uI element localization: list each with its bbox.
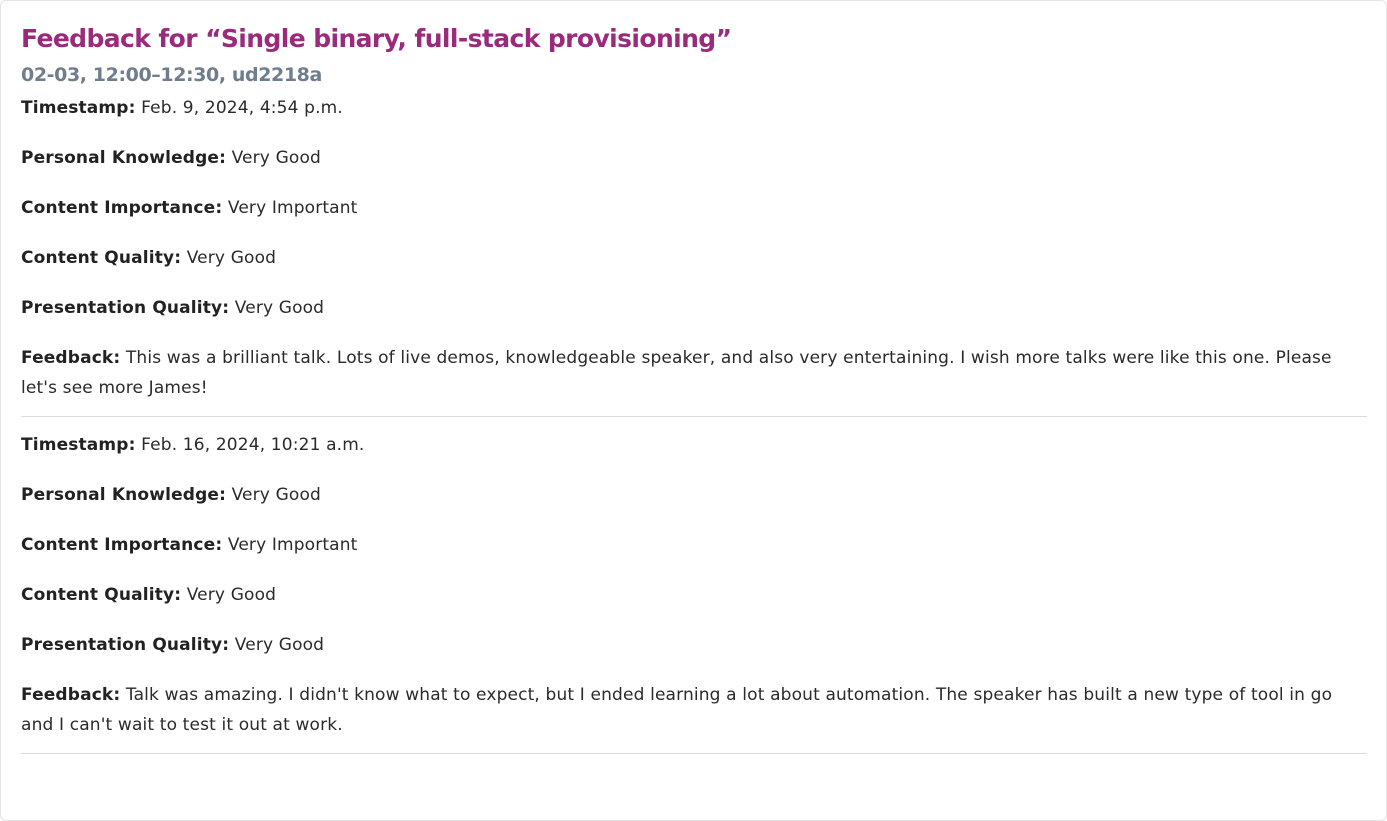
personal-knowledge-field: Personal Knowledge: Very Good [21,480,1367,510]
personal-knowledge-label: Personal Knowledge: [21,485,227,505]
feedback-text: Talk was amazing. I didn't know what to … [21,685,1333,735]
presentation-quality-label: Presentation Quality: [21,635,230,655]
feedback-entry-1: Timestamp: Feb. 9, 2024, 4:54 p.m. Perso… [21,93,1367,417]
presentation-quality-value: Very Good [234,635,325,655]
timestamp-field: Timestamp: Feb. 9, 2024, 4:54 p.m. [21,93,1367,123]
content-quality-value: Very Good [186,248,277,268]
feedback-text: This was a brilliant talk. Lots of live … [21,348,1332,398]
content-quality-field: Content Quality: Very Good [21,243,1367,273]
presentation-quality-value: Very Good [234,298,325,318]
feedback-label: Feedback: [21,685,121,705]
feedback-field: Feedback: This was a brilliant talk. Lot… [21,343,1367,403]
personal-knowledge-field: Personal Knowledge: Very Good [21,143,1367,173]
content-quality-field: Content Quality: Very Good [21,580,1367,610]
content-importance-field: Content Importance: Very Important [21,193,1367,223]
feedback-label: Feedback: [21,348,121,368]
page-title: Feedback for “Single binary, full-stack … [21,24,732,53]
feedback-card: Feedback for “Single binary, full-stack … [0,0,1387,821]
timestamp-label: Timestamp: [21,435,136,455]
presentation-quality-field: Presentation Quality: Very Good [21,293,1367,323]
presentation-quality-field: Presentation Quality: Very Good [21,630,1367,660]
content-quality-label: Content Quality: [21,248,182,268]
personal-knowledge-value: Very Good [231,148,321,168]
content-importance-field: Content Importance: Very Important [21,530,1367,560]
content-importance-value: Very Important [227,198,358,218]
feedback-field: Feedback: Talk was amazing. I didn't kno… [21,680,1367,740]
personal-knowledge-value: Very Good [231,485,321,505]
content-importance-label: Content Importance: [21,535,223,555]
content-quality-value: Very Good [186,585,277,605]
timestamp-value: Feb. 9, 2024, 4:54 p.m. [141,98,343,118]
personal-knowledge-label: Personal Knowledge: [21,148,227,168]
content-quality-label: Content Quality: [21,585,182,605]
timestamp-field: Timestamp: Feb. 16, 2024, 10:21 a.m. [21,430,1367,460]
timestamp-label: Timestamp: [21,98,136,118]
presentation-quality-label: Presentation Quality: [21,298,230,318]
timestamp-value: Feb. 16, 2024, 10:21 a.m. [141,435,365,455]
session-subtitle: 02-03, 12:00–12:30, ud2218a [21,64,322,86]
content-importance-label: Content Importance: [21,198,223,218]
content-importance-value: Very Important [227,535,358,555]
feedback-entry-2: Timestamp: Feb. 16, 2024, 10:21 a.m. Per… [21,430,1367,754]
